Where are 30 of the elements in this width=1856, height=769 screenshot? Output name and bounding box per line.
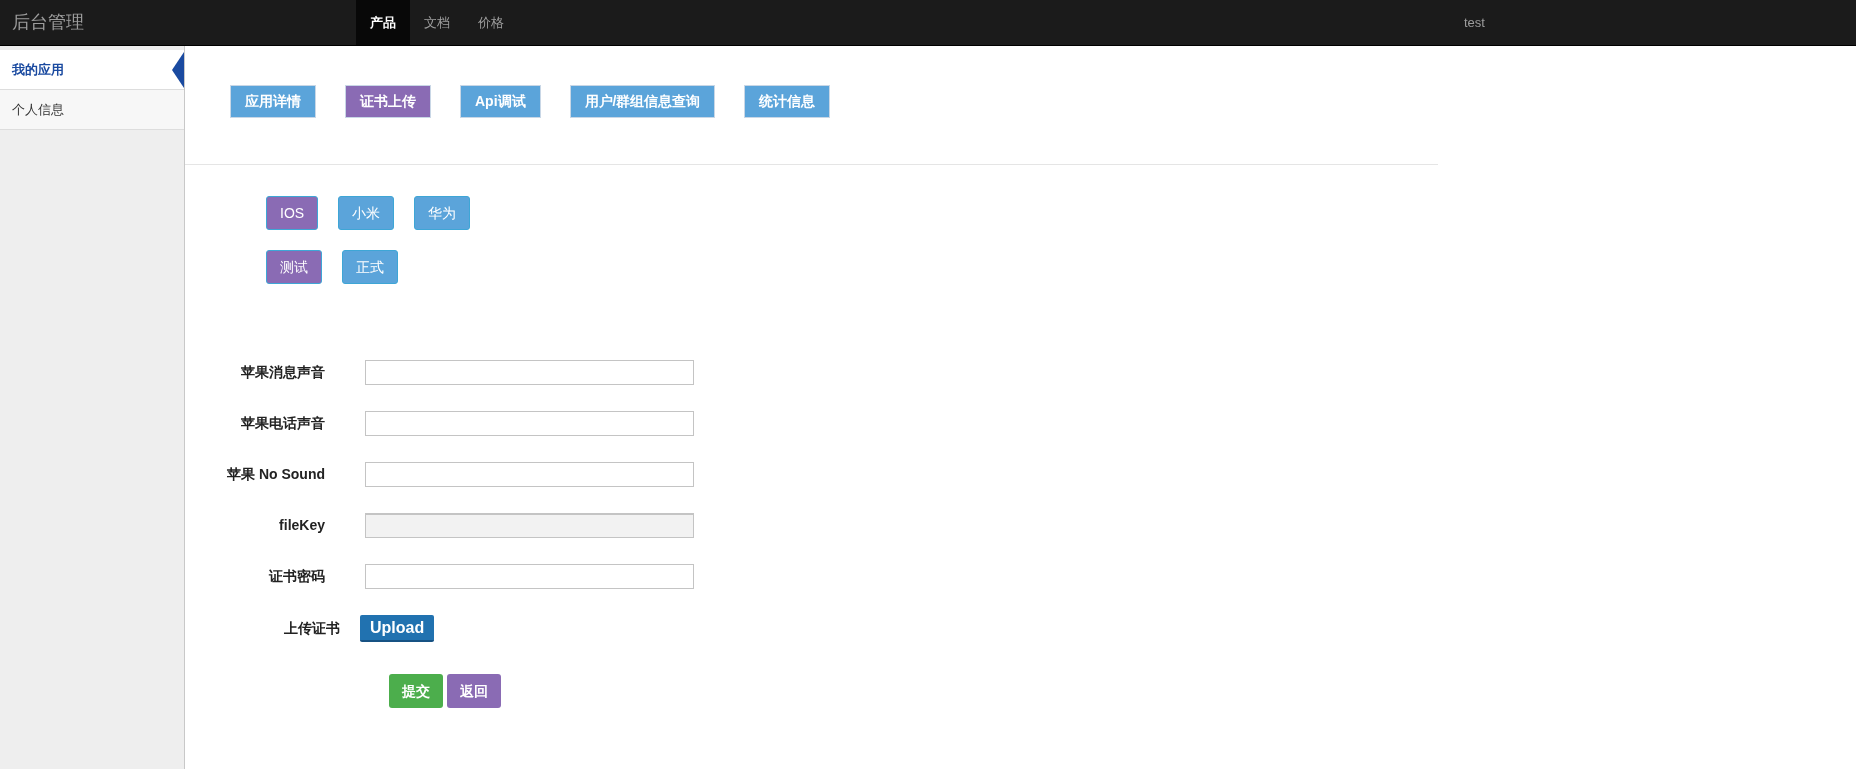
tab[interactable]: 证书上传 [345,85,431,118]
form-button[interactable]: 提交 [389,674,443,708]
nav-link[interactable]: 文档 [410,0,464,45]
option-button[interactable]: 正式 [342,250,398,284]
input-field[interactable] [365,360,694,385]
tab[interactable]: 统计信息 [744,85,831,118]
field-label: fileKey [278,516,325,535]
upload-button[interactable]: Upload [360,615,435,642]
nav-link[interactable]: 价格 [464,0,518,45]
option-button[interactable]: 测试 [266,250,322,284]
input-field[interactable] [365,462,694,487]
field-label: 上传证书 [283,619,340,638]
option-button[interactable]: 小米 [338,196,395,230]
input-field[interactable] [365,564,694,589]
tab[interactable]: Api调试 [460,85,541,118]
sidebar-item[interactable]: 我的应用 [0,50,184,90]
option-button[interactable]: 华为 [414,196,471,230]
sidebar-item[interactable]: 个人信息 [0,90,184,130]
user-name[interactable]: test [1464,0,1485,45]
tab[interactable]: 用户/群组信息查询 [569,85,716,118]
field-label: 证书密码 [268,567,325,586]
tab[interactable]: 应用详情 [230,85,316,118]
field-label: 苹果消息声音 [240,363,325,382]
nav-link[interactable]: 产品 [356,0,410,45]
input-field[interactable] [365,411,694,436]
option-button[interactable]: IOS [266,196,319,230]
form-button[interactable]: 返回 [447,674,501,708]
field-label: 苹果 No Sound [226,465,325,484]
field-label: 苹果电话声音 [240,414,325,433]
brand-title[interactable]: 后台管理 [0,0,356,45]
